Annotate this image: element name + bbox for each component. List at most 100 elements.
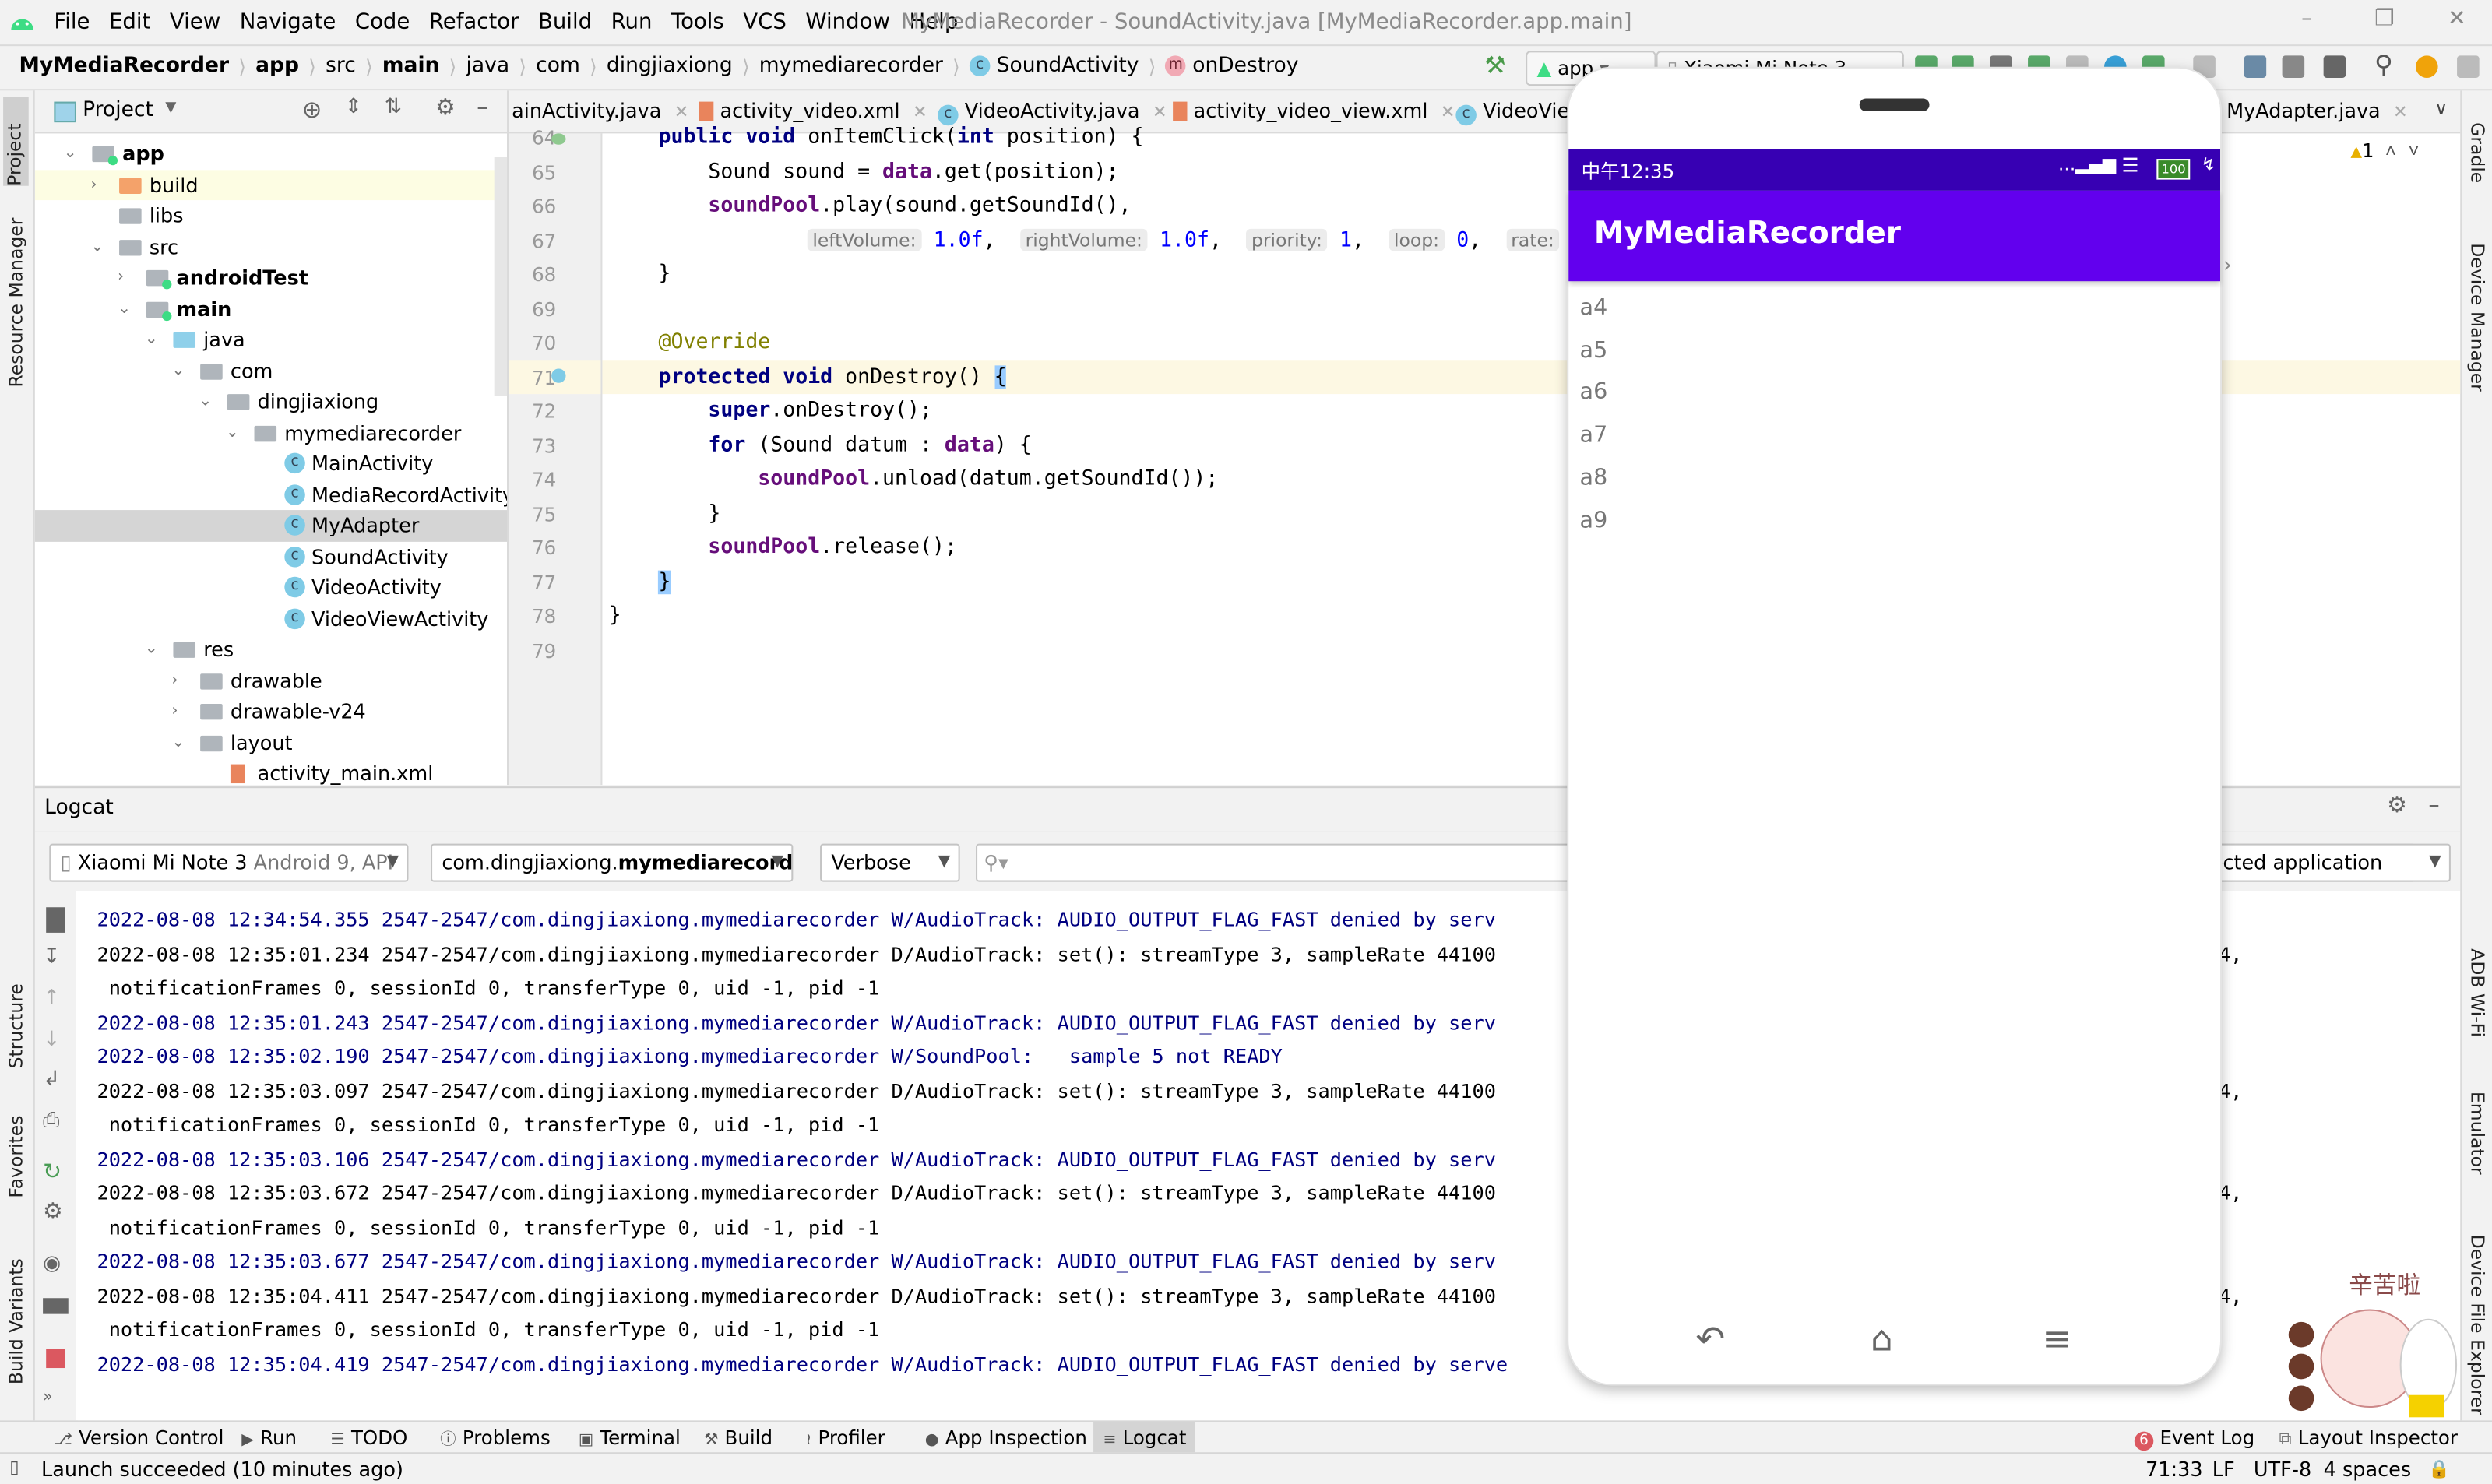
- chevron-down-icon[interactable]: ⌄: [64, 139, 79, 170]
- adb-wifi-tool-tab[interactable]: ADB Wi-Fi: [2466, 948, 2489, 1037]
- tree-item[interactable]: › androidTest: [35, 262, 507, 294]
- locate-icon[interactable]: ⊕: [302, 95, 322, 124]
- menu-build[interactable]: Build: [538, 9, 592, 35]
- tree-item[interactable]: ⌄ src: [35, 231, 507, 262]
- down-arrow-icon[interactable]: ↓: [43, 1028, 69, 1053]
- logcat-level-select[interactable]: Verbose ▼: [820, 843, 960, 882]
- chevron-down-icon[interactable]: ⌄: [145, 634, 160, 665]
- breadcrumb-item[interactable]: mymediarecorder ⟩: [759, 54, 970, 78]
- chevron-down-icon[interactable]: ▼: [165, 100, 176, 116]
- logcat-hide-icon[interactable]: –: [2428, 793, 2439, 818]
- close-button[interactable]: ✕: [2448, 6, 2466, 32]
- menu-window[interactable]: Window: [805, 9, 890, 35]
- chevron-down-icon[interactable]: ⌄: [90, 231, 106, 262]
- scroll-to-end-icon[interactable]: ↧: [43, 945, 69, 971]
- tree-item[interactable]: c MainActivity: [35, 448, 507, 479]
- tool-window-todo[interactable]: ☰ TODO: [330, 1422, 407, 1454]
- tool-window-build[interactable]: ⚒ Build: [704, 1422, 773, 1454]
- more-tools-icon[interactable]: »: [43, 1389, 69, 1415]
- menu-navigate[interactable]: Navigate: [240, 9, 336, 35]
- account-icon[interactable]: [2457, 55, 2480, 78]
- breadcrumb-item[interactable]: main ⟩: [382, 54, 466, 78]
- chevron-right-icon[interactable]: ›: [118, 262, 133, 294]
- breadcrumb-item[interactable]: m onDestroy: [1165, 54, 1298, 78]
- minimize-button[interactable]: –: [2301, 6, 2312, 32]
- sound-list-item[interactable]: a9: [1580, 508, 1608, 533]
- menu-nav-icon[interactable]: ≡: [2042, 1320, 2071, 1360]
- menu-file[interactable]: File: [54, 9, 90, 35]
- chevron-down-icon[interactable]: ⌄: [118, 294, 133, 325]
- tabs-overflow-chevron-icon[interactable]: ∨: [2435, 99, 2448, 120]
- editor-tab[interactable]: c VideoView: [1455, 90, 1586, 132]
- close-tab-icon[interactable]: ✕: [2393, 102, 2408, 123]
- device-file-explorer-tool-tab[interactable]: Device File Explorer: [2466, 1235, 2489, 1415]
- chevron-right-icon[interactable]: ›: [171, 665, 187, 696]
- chevron-down-icon[interactable]: ⌄: [171, 355, 187, 386]
- menu-run[interactable]: Run: [611, 9, 653, 35]
- lock-icon[interactable]: 🔒: [2428, 1458, 2450, 1479]
- screen-record-icon[interactable]: [43, 1298, 69, 1314]
- tool-window-run[interactable]: ▶ Run: [241, 1422, 297, 1454]
- menu-vcs[interactable]: VCS: [743, 9, 787, 35]
- logcat-gear-icon[interactable]: ⚙: [43, 1200, 69, 1226]
- event-log-button[interactable]: 6 Event Log: [2134, 1422, 2254, 1454]
- device-manager-icon[interactable]: [2282, 55, 2305, 78]
- tree-item[interactable]: ⌄ res: [35, 634, 507, 665]
- override-gutter-icon[interactable]: [551, 368, 566, 383]
- close-tab-icon[interactable]: ✕: [913, 102, 927, 123]
- menu-tools[interactable]: Tools: [671, 9, 724, 35]
- tool-window-logcat[interactable]: ≡ Logcat: [1093, 1422, 1196, 1454]
- tree-item[interactable]: libs: [35, 200, 507, 231]
- tree-item[interactable]: ⌄ com: [35, 355, 507, 386]
- tree-item[interactable]: ⌄ java: [35, 324, 507, 355]
- tree-item[interactable]: › build: [34, 169, 508, 201]
- logcat-package-select[interactable]: com.dingjiaxiong.mymediarecorde ▼: [431, 843, 794, 882]
- home-nav-icon[interactable]: ⌂: [1871, 1320, 1893, 1360]
- sdk-manager-icon[interactable]: [2323, 55, 2346, 78]
- tree-item[interactable]: c VideoActivity: [35, 572, 507, 603]
- warnings-indicator[interactable]: ▲1 ˄ ˅: [2350, 140, 2419, 164]
- caret-position[interactable]: 71:33: [2145, 1457, 2203, 1481]
- up-arrow-icon[interactable]: ↑: [43, 986, 69, 1012]
- sound-list-item[interactable]: a5: [1580, 338, 1608, 364]
- tree-item[interactable]: ⌄ layout: [35, 727, 507, 758]
- screenshot-camera-icon[interactable]: ◉: [43, 1252, 69, 1278]
- chevron-down-icon[interactable]: ⌄: [145, 324, 160, 355]
- menu-view[interactable]: View: [170, 9, 220, 35]
- print-icon[interactable]: ⎙: [43, 1109, 69, 1134]
- tool-window-profiler[interactable]: ≀ Profiler: [806, 1422, 885, 1454]
- breadcrumb-item[interactable]: c SoundActivity ⟩: [969, 54, 1166, 78]
- emulator-phone[interactable]: 中午12:35 …▂▄▆ ☰ 100 ↯ MyMediaRecorder a4 a…: [1567, 66, 2223, 1386]
- chevron-down-icon[interactable]: ⌄: [171, 727, 187, 758]
- settings-gear-icon[interactable]: ⚙: [435, 95, 456, 121]
- tree-item[interactable]: c SoundActivity: [35, 541, 507, 572]
- sync-gradle-icon[interactable]: [2244, 55, 2267, 78]
- clear-logcat-trash-icon[interactable]: [46, 907, 65, 933]
- breadcrumb-item[interactable]: MyMediaRecorder ⟩: [19, 54, 255, 78]
- resource-manager-tool-tab[interactable]: Resource Manager: [5, 218, 27, 388]
- status-message[interactable]: Launch succeeded (10 minutes ago): [41, 1457, 403, 1481]
- chevron-right-icon[interactable]: ›: [90, 169, 106, 200]
- collapse-all-icon[interactable]: ⇅: [385, 95, 402, 119]
- file-encoding[interactable]: UTF-8: [2254, 1457, 2311, 1481]
- logcat-filter-select[interactable]: ected application ▼: [2199, 843, 2451, 882]
- chevron-down-icon[interactable]: ⌄: [226, 417, 241, 448]
- expand-all-icon[interactable]: ⇕: [345, 95, 362, 119]
- sound-list-item[interactable]: a7: [1580, 423, 1608, 448]
- logcat-settings-gear-icon[interactable]: ⚙: [2387, 793, 2407, 818]
- tree-item[interactable]: c VideoViewActivity: [35, 603, 507, 634]
- chevron-right-icon[interactable]: ›: [171, 696, 187, 727]
- editor-tab[interactable]: cMyAdapter.java✕: [2199, 90, 2408, 132]
- tree-item[interactable]: › drawable: [35, 665, 507, 696]
- tree-item[interactable]: c MyAdapter: [34, 510, 508, 541]
- back-nav-icon[interactable]: ↶: [1696, 1320, 1726, 1360]
- implement-gutter-icon[interactable]: [551, 133, 566, 145]
- tree-item[interactable]: ⌄ mymediarecorder: [35, 417, 507, 448]
- stop-process-icon[interactable]: [46, 1349, 65, 1369]
- close-tab-icon[interactable]: ✕: [1153, 102, 1167, 123]
- tool-window-version-control[interactable]: ⎇ Version Control: [54, 1422, 224, 1454]
- sound-list-item[interactable]: a6: [1580, 381, 1608, 406]
- breadcrumb-item[interactable]: com ⟩: [536, 54, 607, 78]
- sound-list-item[interactable]: a8: [1580, 466, 1608, 491]
- tool-window-terminal[interactable]: ▣ Terminal: [579, 1422, 681, 1454]
